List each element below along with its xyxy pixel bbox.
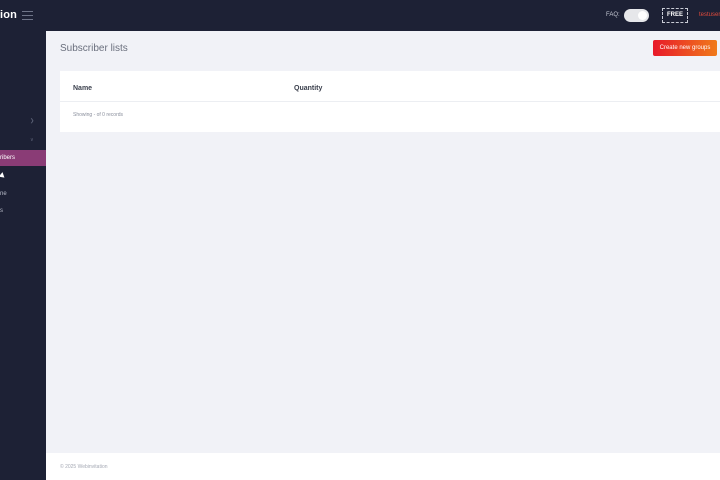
records-count: Showing - of 0 records — [73, 112, 124, 118]
sidebar-item-3[interactable]: s — [0, 208, 46, 214]
sidebar-item-label: ribers — [0, 155, 16, 161]
faq-toggle[interactable] — [624, 9, 649, 22]
top-bar: ion FAQ: FREE testuser — [0, 0, 720, 31]
table-divider — [60, 101, 720, 102]
toggle-knob — [638, 11, 647, 20]
menu-toggle-icon[interactable] — [22, 11, 33, 20]
user-menu[interactable]: testuser — [699, 12, 720, 18]
column-header-quantity[interactable]: Quantity — [294, 85, 322, 92]
chevron-right-icon[interactable]: ❯ — [30, 118, 34, 124]
sidebar-item-2[interactable]: ne — [0, 191, 46, 197]
page-title: Subscriber lists — [60, 43, 128, 54]
app-brand[interactable]: ion — [0, 9, 17, 21]
create-new-groups-button[interactable]: Create new groups — [653, 40, 717, 56]
footer-copyright: © 2025 Webinvitation — [60, 464, 108, 470]
sidebar-item-subscribers[interactable]: ribers — [0, 150, 46, 166]
plan-badge[interactable]: FREE — [662, 8, 688, 23]
column-header-name[interactable]: Name — [73, 85, 92, 92]
sidebar-item-label: s — [0, 208, 3, 214]
footer: © 2025 Webinvitation — [46, 453, 720, 480]
subscriber-table: Name Quantity Showing - of 0 records — [60, 71, 720, 132]
sidebar: ❯ ∨ ribers ne s — [0, 31, 46, 480]
chevron-down-icon[interactable]: ∨ — [30, 137, 34, 143]
sidebar-item-label: ne — [0, 191, 7, 197]
faq-label: FAQ: — [606, 12, 620, 18]
